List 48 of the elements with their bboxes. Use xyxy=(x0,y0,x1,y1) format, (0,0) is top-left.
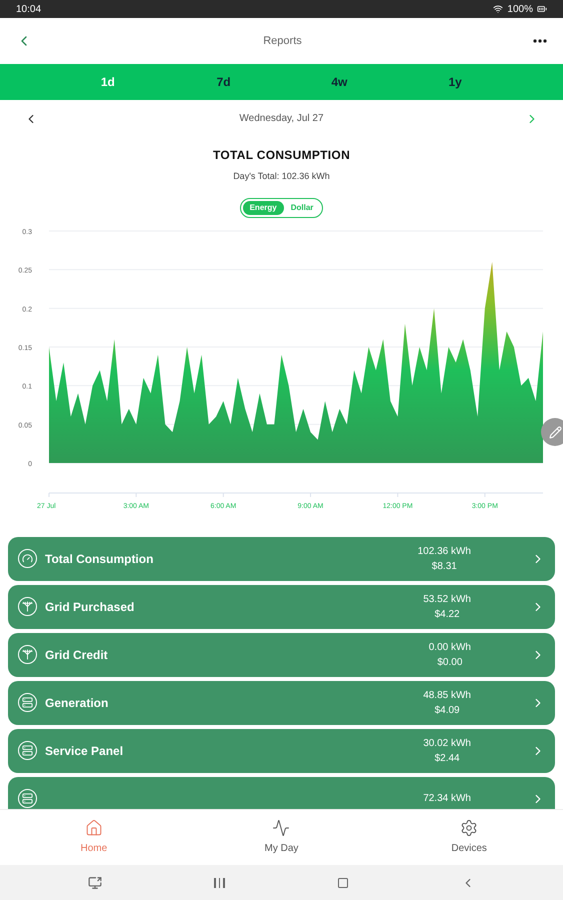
pole-icon xyxy=(18,597,37,616)
unit-toggle-option[interactable]: Dollar xyxy=(284,200,320,214)
category-row[interactable]: Total Consumption 102.36 kWh $8.31 xyxy=(8,536,555,580)
energy-value: 0.00 kWh xyxy=(428,640,471,654)
panel-icon xyxy=(18,693,37,712)
edit-icon[interactable] xyxy=(541,418,563,446)
energy-value: 30.02 kWh xyxy=(423,736,471,750)
cost-value: $4.22 xyxy=(434,608,460,622)
battery-icon xyxy=(537,4,547,14)
recents-icon[interactable] xyxy=(214,878,225,888)
pole-icon xyxy=(18,645,37,664)
wifi-icon xyxy=(493,4,504,14)
energy-value: 102.36 kWh xyxy=(418,544,471,558)
home-icon xyxy=(84,819,103,837)
period-tab[interactable]: 1d xyxy=(72,73,143,91)
chart-icon xyxy=(272,819,290,837)
energy-value: 48.85 kWh xyxy=(423,688,471,702)
energy-value: 53.52 kWh xyxy=(423,592,471,606)
category-row[interactable]: Service Panel 30.02 kWh $2.44 xyxy=(8,728,555,772)
period-tab[interactable]: 4w xyxy=(304,73,374,91)
status-time: 10:04 xyxy=(16,2,42,16)
settings-icon xyxy=(460,819,478,837)
unit-toggle-option[interactable]: Energy xyxy=(242,200,284,214)
battery-level: 100% xyxy=(507,2,533,16)
screenshot-icon[interactable] xyxy=(88,876,102,890)
category-row[interactable]: 72.34 kWh xyxy=(8,776,555,809)
cost-value: $8.31 xyxy=(432,560,457,574)
category-row[interactable]: Grid Purchased 53.52 kWh $4.22 xyxy=(8,584,555,628)
cost-value: $4.09 xyxy=(434,704,460,718)
more-icon xyxy=(533,39,547,43)
cost-value: $2.44 xyxy=(434,752,460,766)
nav-tab[interactable]: Home xyxy=(34,819,154,856)
energy-value: 72.34 kWh xyxy=(423,792,471,806)
nav-tab[interactable]: Devices xyxy=(409,819,530,856)
home-icon[interactable] xyxy=(336,876,349,888)
summary-subtitle: Day's Total: 102.36 kWh xyxy=(233,170,330,183)
cost-value: $0.00 xyxy=(437,656,462,670)
more-button[interactable] xyxy=(533,39,547,43)
category-row[interactable]: Generation 48.85 kWh $4.09 xyxy=(8,680,555,724)
date-label: Wednesday, Jul 27 xyxy=(239,112,324,126)
page-title: Reports xyxy=(263,34,302,49)
nav-tab[interactable]: My Day xyxy=(221,819,342,856)
gauge-icon xyxy=(18,549,37,568)
category-row[interactable]: Grid Credit 0.00 kWh $0.00 xyxy=(8,632,555,676)
summary-title: TOTAL CONSUMPTION xyxy=(212,147,350,164)
panel-icon xyxy=(18,741,37,760)
period-tab[interactable]: 1y xyxy=(420,73,490,91)
period-tab[interactable]: 7d xyxy=(188,73,259,91)
